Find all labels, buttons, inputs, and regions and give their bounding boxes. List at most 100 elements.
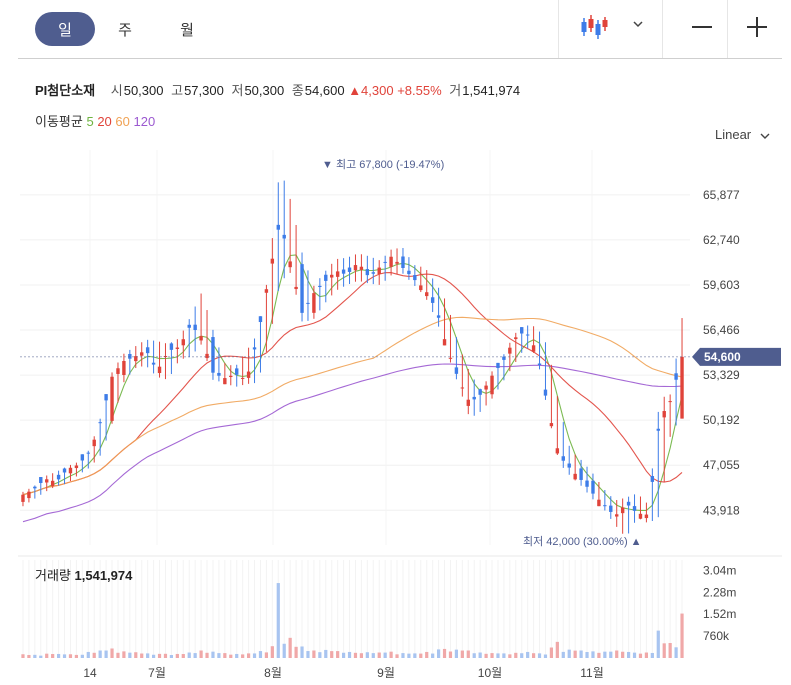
- candle-body: [235, 368, 239, 375]
- volume-bar: [478, 652, 482, 658]
- candle-body: [86, 452, 90, 454]
- volume-bar: [591, 651, 595, 658]
- volume-bar: [122, 651, 126, 658]
- volume-bar: [62, 654, 67, 658]
- volume-bar: [33, 654, 37, 658]
- candle-body: [318, 285, 322, 288]
- x-tick-label: 11월: [580, 666, 604, 680]
- candle-body: [74, 465, 79, 469]
- candle-body: [341, 269, 346, 274]
- volume-bar: [199, 650, 203, 658]
- y-tick-label: 59,603: [703, 278, 740, 292]
- candle-body: [377, 267, 381, 275]
- volume-bar: [638, 653, 643, 658]
- candle-body: [68, 467, 73, 474]
- volume-bar: [680, 613, 684, 658]
- volume-bar: [436, 649, 441, 658]
- volume-chart-label: 거래량: [35, 568, 71, 583]
- candle-body: [116, 368, 120, 374]
- candle-body: [579, 468, 583, 480]
- volume-bar: [110, 648, 114, 658]
- volume-bar: [431, 653, 435, 658]
- volume-bar: [371, 653, 375, 658]
- volume-bar: [104, 650, 108, 658]
- candle-body: [573, 473, 577, 480]
- volume-tick-label: 2.28m: [703, 585, 736, 599]
- y-tick-label: 62,740: [703, 233, 740, 247]
- y-tick-label: 47,055: [703, 458, 740, 472]
- volume-bar: [496, 653, 500, 658]
- volume-bar: [336, 651, 340, 658]
- candle-body: [217, 372, 221, 376]
- candle-body: [62, 468, 67, 473]
- candle-body: [175, 347, 180, 349]
- y-tick-label: 50,192: [703, 413, 740, 427]
- candle-body: [662, 411, 666, 418]
- x-tick-label: 14: [83, 666, 97, 680]
- volume-bar: [288, 637, 292, 658]
- volume-bar: [140, 653, 144, 658]
- volume-bar: [235, 653, 239, 658]
- candle-body: [122, 360, 126, 375]
- volume-bar: [92, 652, 96, 658]
- candle-body: [484, 385, 488, 390]
- volume-bar: [21, 654, 25, 658]
- candle-body: [597, 499, 601, 507]
- volume-bar: [644, 652, 649, 658]
- volume-bar: [282, 643, 286, 658]
- candle-body: [620, 507, 625, 514]
- candle-body: [128, 353, 132, 359]
- volume-bar: [662, 643, 666, 658]
- candle-body: [365, 269, 370, 276]
- volume-bar: [674, 647, 678, 658]
- volume-bar: [258, 651, 263, 658]
- candle-body: [347, 267, 352, 272]
- candle-body: [514, 337, 518, 340]
- volume-bar: [193, 653, 197, 658]
- volume-bar: [187, 652, 191, 658]
- y-tick-label: 65,877: [703, 188, 740, 202]
- y-tick-label: 56,466: [703, 323, 740, 337]
- volume-bar: [407, 653, 411, 658]
- candle-body: [638, 513, 643, 519]
- volume-bar: [514, 652, 518, 658]
- volume-bar: [51, 654, 55, 658]
- candle-body: [561, 456, 565, 461]
- candle-body: [193, 324, 197, 330]
- volume-bar: [68, 654, 73, 658]
- candle-body: [555, 448, 560, 454]
- x-tick-label: 9월: [377, 666, 395, 680]
- candle-body: [626, 501, 631, 506]
- candle-body: [567, 463, 571, 468]
- volume-bar: [169, 655, 174, 658]
- volume-bar: [98, 650, 102, 658]
- candle-body: [110, 376, 114, 421]
- volume-bar: [650, 652, 654, 658]
- volume-bar: [561, 651, 565, 658]
- candle-body: [454, 367, 459, 374]
- candle-body: [656, 428, 660, 431]
- volume-bar: [306, 651, 310, 658]
- volume-bar: [45, 653, 49, 658]
- candle-body: [680, 356, 684, 419]
- volume-bar: [116, 652, 120, 658]
- volume-bar: [318, 652, 322, 658]
- candle-body: [603, 505, 607, 507]
- volume-bar: [395, 654, 399, 658]
- candle-body: [531, 345, 536, 352]
- volume-bar: [656, 630, 660, 658]
- volume-bar: [555, 641, 559, 658]
- volume-bar: [383, 652, 387, 658]
- candle-body: [288, 261, 292, 268]
- candle-body: [371, 272, 375, 274]
- volume-bar: [520, 653, 524, 658]
- candle-body: [537, 363, 542, 366]
- volume-bar: [134, 652, 138, 658]
- low-annotation: 최저 42,000 (30.00%) ▲: [523, 535, 642, 548]
- volume-bar: [252, 653, 257, 658]
- candle-body: [585, 480, 589, 487]
- volume-bar: [246, 653, 251, 658]
- volume-bar: [425, 651, 429, 658]
- moving-average-line-120: [22, 363, 683, 523]
- x-tick-label: 10월: [478, 666, 502, 680]
